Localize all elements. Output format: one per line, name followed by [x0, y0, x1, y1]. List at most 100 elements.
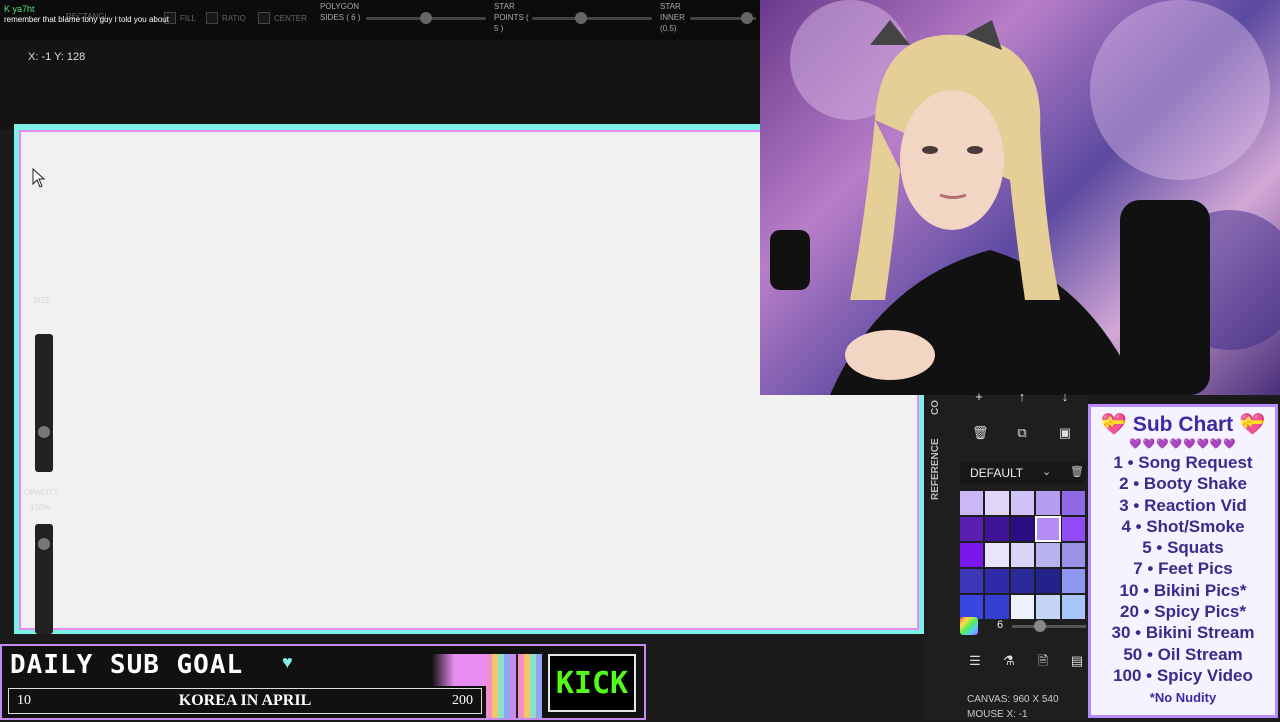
center-checkbox[interactable]: CENTER: [258, 12, 307, 24]
sub-chart-item: 2 • Booty Shake: [1119, 474, 1247, 494]
color-swatch[interactable]: [984, 490, 1010, 516]
canvas-size-text: CANVAS: 960 X 540: [967, 694, 1059, 705]
sub-chart-item: 30 • Bikini Stream: [1111, 623, 1255, 643]
sub-goal-widget: DAILY SUB GOAL ♥ 10 KOREA IN APRIL 200 K…: [0, 644, 646, 720]
chat-message: remember that blame tony guy i told you …: [4, 15, 169, 24]
goal-progress-bar: 10 KOREA IN APRIL 200: [8, 688, 482, 714]
polygon-sides-slider[interactable]: [366, 12, 486, 24]
mouse-cursor-icon: [32, 168, 46, 188]
flask-icon[interactable]: ⚗: [1002, 654, 1016, 668]
star-inner-label: STAR INNER (0.5): [660, 2, 685, 33]
color-swatch[interactable]: [1060, 490, 1086, 516]
goal-label: KOREA IN APRIL: [178, 692, 312, 709]
slider-knob[interactable]: [420, 12, 432, 24]
color-swatch[interactable]: [984, 542, 1010, 568]
goal-stripes: [486, 654, 542, 718]
webcam-feed: [760, 0, 1280, 395]
brush-size-slider[interactable]: [1012, 620, 1086, 632]
brush-size-slider[interactable]: [35, 334, 53, 472]
trash-icon[interactable]: 🗑: [1070, 465, 1084, 478]
copy-icon[interactable]: ⧉: [1015, 426, 1029, 440]
frame-icon[interactable]: ▣: [1058, 426, 1072, 440]
palette-name: DEFAULT: [970, 466, 1024, 480]
tab-reference[interactable]: REFERENCE: [930, 436, 956, 500]
color-swatch[interactable]: [959, 542, 985, 568]
trash-icon[interactable]: 🗑: [972, 426, 989, 440]
canvas-background: [0, 40, 760, 130]
sub-chart-item: 5 • Squats: [1142, 538, 1224, 558]
sub-chart-item: 3 • Reaction Vid: [1119, 495, 1247, 515]
color-swatch[interactable]: [1035, 594, 1061, 620]
slider-knob[interactable]: [741, 12, 754, 24]
color-swatch[interactable]: [1035, 516, 1061, 542]
chevron-down-icon: ⌄: [1042, 466, 1052, 478]
goal-target: 200: [452, 693, 473, 708]
gift-heart-icon: 💝: [1239, 413, 1266, 436]
color-swatch[interactable]: [1009, 594, 1036, 620]
color-swatch[interactable]: [1009, 568, 1036, 594]
sub-chart-note: *No Nudity: [1149, 690, 1217, 706]
chat-overlay: K ya7ht remember that blame tony guy i t…: [4, 4, 169, 25]
size-label: SIZE: [33, 296, 51, 305]
add-icon[interactable]: +: [972, 390, 986, 404]
star-points-label: STAR POINTS ( 5 ): [494, 2, 529, 33]
goal-decoration: [432, 654, 487, 686]
sub-chart-item: 100 • Spicy Video: [1113, 665, 1253, 685]
chat-username: K ya7ht: [4, 4, 35, 14]
color-picker-icon[interactable]: [960, 617, 978, 635]
star-points-slider[interactable]: [532, 12, 652, 24]
arrow-down-icon[interactable]: ↓: [1058, 390, 1072, 404]
color-swatch[interactable]: [1035, 542, 1061, 568]
hearts-divider: 💜💜💜💜💜💜💜💜: [1129, 439, 1237, 450]
sub-chart-item: 4 • Shot/Smoke: [1121, 516, 1245, 536]
brush-size-value: 6: [997, 619, 1004, 631]
opacity-label: OPACITY: [24, 488, 59, 497]
color-swatch[interactable]: [1035, 568, 1061, 594]
kick-icon: K: [4, 4, 11, 14]
file-icon[interactable]: 🗎: [1036, 654, 1050, 668]
color-swatch[interactable]: [1060, 516, 1086, 542]
sub-chart-item: 10 • Bikini Pics*: [1119, 580, 1247, 600]
polygon-sides-label: POLYGON SIDES ( 6 ): [320, 2, 361, 22]
cursor-coordinates: X: -1 Y: 128: [28, 51, 86, 63]
sub-chart-item: 50 • Oil Stream: [1123, 644, 1243, 664]
color-swatch[interactable]: [1060, 594, 1086, 620]
arrow-up-icon[interactable]: ↑: [1015, 390, 1029, 404]
color-swatch[interactable]: [959, 516, 985, 542]
kick-logo: KICK: [548, 654, 636, 712]
ratio-checkbox[interactable]: RATIO: [206, 12, 246, 24]
color-palette: [959, 490, 1086, 620]
sub-goal-title: DAILY SUB GOAL: [10, 650, 244, 680]
slider-knob[interactable]: [575, 12, 588, 24]
sub-chart-item: 1 • Song Request: [1113, 453, 1253, 472]
color-swatch[interactable]: [984, 516, 1010, 542]
color-swatch[interactable]: [1035, 490, 1061, 516]
color-swatch[interactable]: [984, 594, 1010, 620]
streamer-image: [770, 0, 1280, 395]
sub-chart-item: 20 • Spicy Pics*: [1120, 602, 1246, 622]
color-swatch[interactable]: [1009, 542, 1036, 568]
color-swatch[interactable]: [1060, 568, 1086, 594]
color-swatch[interactable]: [959, 490, 985, 516]
sub-chart-overlay: 💝 Sub Chart 💝 💜💜💜💜💜💜💜💜 1 • Song Request 2…: [1088, 404, 1278, 718]
slider-knob[interactable]: [38, 538, 50, 550]
palette-select[interactable]: DEFAULT ⌄ 🗑: [960, 462, 1086, 484]
color-swatch[interactable]: [1060, 542, 1086, 568]
tab-colors[interactable]: CO: [930, 393, 956, 415]
gift-heart-icon: 💝: [1100, 413, 1127, 436]
draw-toolbar: RECTANGL ⌄ FILL RATIO CENTER POLYGON SIDE…: [0, 0, 760, 40]
color-swatch[interactable]: [1009, 490, 1036, 516]
canvas-info: CANVAS: 960 X 540 MOUSE X: -1: [967, 692, 1059, 722]
layers-icon[interactable]: ☰: [968, 654, 982, 668]
opacity-slider[interactable]: [35, 524, 53, 634]
star-inner-slider[interactable]: [690, 12, 756, 24]
color-swatch[interactable]: [1009, 516, 1036, 542]
pdf-icon[interactable]: ▤: [1070, 654, 1084, 668]
color-swatch[interactable]: [959, 568, 985, 594]
heart-icon: ♥: [282, 652, 293, 672]
slider-knob[interactable]: [1033, 620, 1046, 632]
slider-knob[interactable]: [38, 426, 50, 438]
sub-chart-title: 💝 Sub Chart 💝: [1100, 413, 1266, 436]
sub-chart-item: 7 • Feet Pics: [1133, 559, 1233, 579]
color-swatch[interactable]: [984, 568, 1010, 594]
